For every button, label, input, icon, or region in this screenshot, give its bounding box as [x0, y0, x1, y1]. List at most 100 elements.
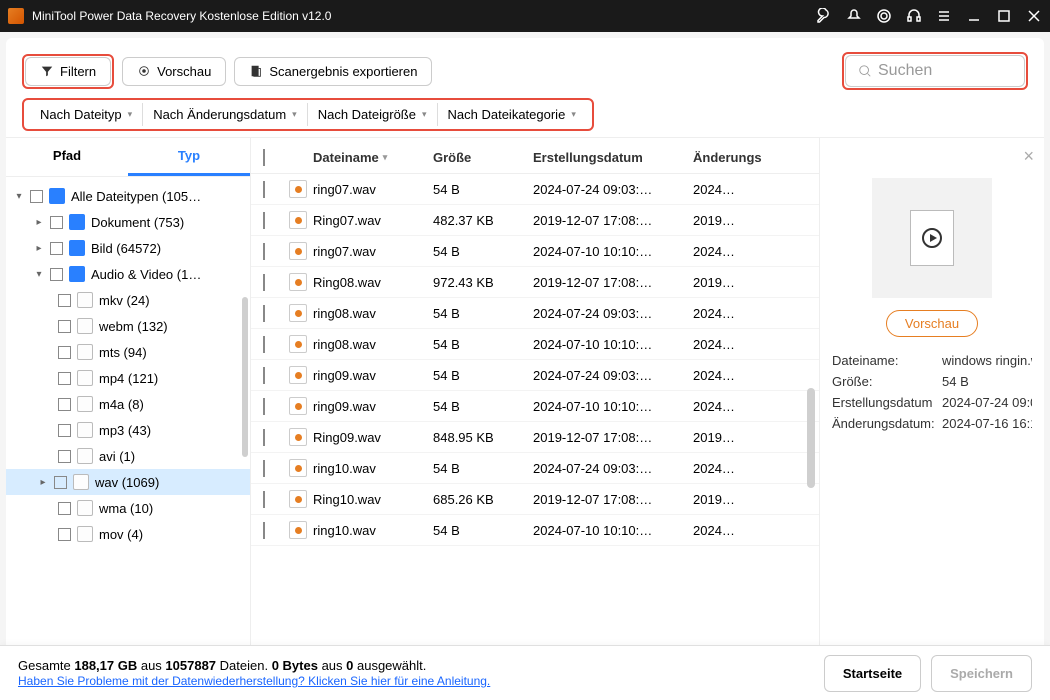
image-icon	[69, 240, 85, 256]
checkbox[interactable]	[50, 242, 63, 255]
tree-item[interactable]: mov (4)	[6, 521, 250, 547]
checkbox[interactable]	[30, 190, 43, 203]
globe-icon[interactable]	[876, 8, 892, 24]
monitor-icon	[49, 188, 65, 204]
tree-dokument[interactable]: ▸ Dokument (753)	[6, 209, 250, 235]
save-button[interactable]: Speichern	[931, 655, 1032, 692]
row-checkbox[interactable]	[263, 212, 265, 229]
row-checkbox[interactable]	[263, 491, 265, 508]
chevron-right-icon: ▸	[38, 477, 48, 488]
table-row[interactable]: ring09.wav54 B2024-07-10 10:10:…2024…	[251, 391, 819, 422]
table-row[interactable]: Ring10.wav685.26 KB2019-12-07 17:08:…201…	[251, 484, 819, 515]
checkbox[interactable]	[58, 294, 71, 307]
tree-item[interactable]: m4a (8)	[6, 391, 250, 417]
filter-bytype[interactable]: Nach Dateityp▾	[30, 103, 142, 126]
table-row[interactable]: ring08.wav54 B2024-07-24 09:03:…2024…	[251, 298, 819, 329]
checkbox[interactable]	[58, 320, 71, 333]
checkbox[interactable]	[58, 450, 71, 463]
key-icon[interactable]	[816, 8, 832, 24]
checkbox[interactable]	[58, 424, 71, 437]
home-button[interactable]: Startseite	[824, 655, 921, 692]
minimize-icon[interactable]	[966, 8, 982, 24]
audio-file-icon	[289, 521, 307, 539]
table-row[interactable]: Ring07.wav482.37 KB2019-12-07 17:08:…201…	[251, 205, 819, 236]
tree-item[interactable]: mp3 (43)	[6, 417, 250, 443]
tree-item[interactable]: mkv (24)	[6, 287, 250, 313]
row-checkbox[interactable]	[263, 336, 265, 353]
scrollbar-thumb[interactable]	[242, 297, 248, 457]
file-icon	[77, 292, 93, 308]
table-row[interactable]: ring08.wav54 B2024-07-10 10:10:…2024…	[251, 329, 819, 360]
table-row[interactable]: Ring09.wav848.95 KB2019-12-07 17:08:…201…	[251, 422, 819, 453]
row-checkbox[interactable]	[263, 243, 265, 260]
col-name[interactable]: Dateiname▾	[313, 150, 433, 165]
preview-button[interactable]: Vorschau	[122, 57, 226, 86]
checkbox[interactable]	[58, 346, 71, 359]
select-all-checkbox[interactable]	[263, 149, 265, 166]
bell-icon[interactable]	[846, 8, 862, 24]
file-icon	[77, 318, 93, 334]
tab-type[interactable]: Typ	[128, 138, 250, 176]
document-icon	[69, 214, 85, 230]
tree-item[interactable]: webm (132)	[6, 313, 250, 339]
checkbox[interactable]	[58, 528, 71, 541]
maximize-icon[interactable]	[996, 8, 1012, 24]
row-checkbox[interactable]	[263, 274, 265, 291]
file-icon	[77, 396, 93, 412]
tree-item[interactable]: wma (10)	[6, 495, 250, 521]
checkbox[interactable]	[50, 268, 63, 281]
row-checkbox[interactable]	[263, 305, 265, 322]
table-row[interactable]: ring10.wav54 B2024-07-10 10:10:…2024…	[251, 515, 819, 546]
row-checkbox[interactable]	[263, 367, 265, 384]
status-text: Gesamte 188,17 GB aus 1057887 Dateien. 0…	[18, 658, 814, 673]
audio-file-icon	[289, 366, 307, 384]
filter-bycat[interactable]: Nach Dateikategorie▾	[437, 103, 586, 126]
close-icon[interactable]	[1026, 8, 1042, 24]
col-size[interactable]: Größe	[433, 150, 533, 165]
file-icon	[73, 474, 89, 490]
table-row[interactable]: ring09.wav54 B2024-07-24 09:03:…2024…	[251, 360, 819, 391]
tree-item[interactable]: ▸wav (1069)	[6, 469, 250, 495]
col-modified[interactable]: Änderungs	[693, 150, 773, 165]
checkbox[interactable]	[58, 372, 71, 385]
tree-audiovideo[interactable]: ▾ Audio & Video (1…	[6, 261, 250, 287]
row-checkbox[interactable]	[263, 522, 265, 539]
chevron-down-icon: ▾	[571, 109, 576, 120]
table-row[interactable]: Ring08.wav972.43 KB2019-12-07 17:08:…201…	[251, 267, 819, 298]
filter-button[interactable]: Filtern	[25, 57, 111, 86]
row-checkbox[interactable]	[263, 398, 265, 415]
search-input[interactable]: Suchen	[845, 55, 1025, 87]
filter-bysize[interactable]: Nach Dateigröße▾	[307, 103, 437, 126]
tree: ▾ Alle Dateitypen (105… ▸ Dokument (753)…	[6, 177, 250, 671]
table-row[interactable]: ring07.wav54 B2024-07-24 09:03:…2024…	[251, 174, 819, 205]
audio-file-icon	[289, 490, 307, 508]
checkbox[interactable]	[58, 398, 71, 411]
checkbox[interactable]	[58, 502, 71, 515]
export-button[interactable]: Scanergebnis exportieren	[234, 57, 432, 86]
tree-item[interactable]: avi (1)	[6, 443, 250, 469]
tree-root[interactable]: ▾ Alle Dateitypen (105…	[6, 183, 250, 209]
tab-path[interactable]: Pfad	[6, 138, 128, 176]
row-checkbox[interactable]	[263, 181, 265, 198]
row-checkbox[interactable]	[263, 429, 265, 446]
preview-file-button[interactable]: Vorschau	[886, 310, 978, 337]
row-checkbox[interactable]	[263, 460, 265, 477]
table-row[interactable]: ring10.wav54 B2024-07-24 09:03:…2024…	[251, 453, 819, 484]
headset-icon[interactable]	[906, 8, 922, 24]
table-row[interactable]: ring07.wav54 B2024-07-10 10:10:…2024…	[251, 236, 819, 267]
tree-item[interactable]: mp4 (121)	[6, 365, 250, 391]
help-link[interactable]: Haben Sie Probleme mit der Datenwiederhe…	[18, 674, 490, 688]
col-created[interactable]: Erstellungsdatum	[533, 150, 693, 165]
checkbox[interactable]	[50, 216, 63, 229]
tree-item[interactable]: mts (94)	[6, 339, 250, 365]
close-panel-icon[interactable]: ×	[1023, 146, 1034, 167]
scrollbar-thumb[interactable]	[807, 388, 815, 488]
funnel-icon	[40, 64, 54, 78]
chevron-down-icon: ▾	[292, 109, 297, 120]
export-button-label: Scanergebnis exportieren	[269, 64, 417, 79]
menu-icon[interactable]	[936, 8, 952, 24]
titlebar: MiniTool Power Data Recovery Kostenlose …	[0, 0, 1050, 32]
tree-bild[interactable]: ▸ Bild (64572)	[6, 235, 250, 261]
filter-bydate[interactable]: Nach Änderungsdatum▾	[142, 103, 307, 126]
checkbox[interactable]	[54, 476, 67, 489]
